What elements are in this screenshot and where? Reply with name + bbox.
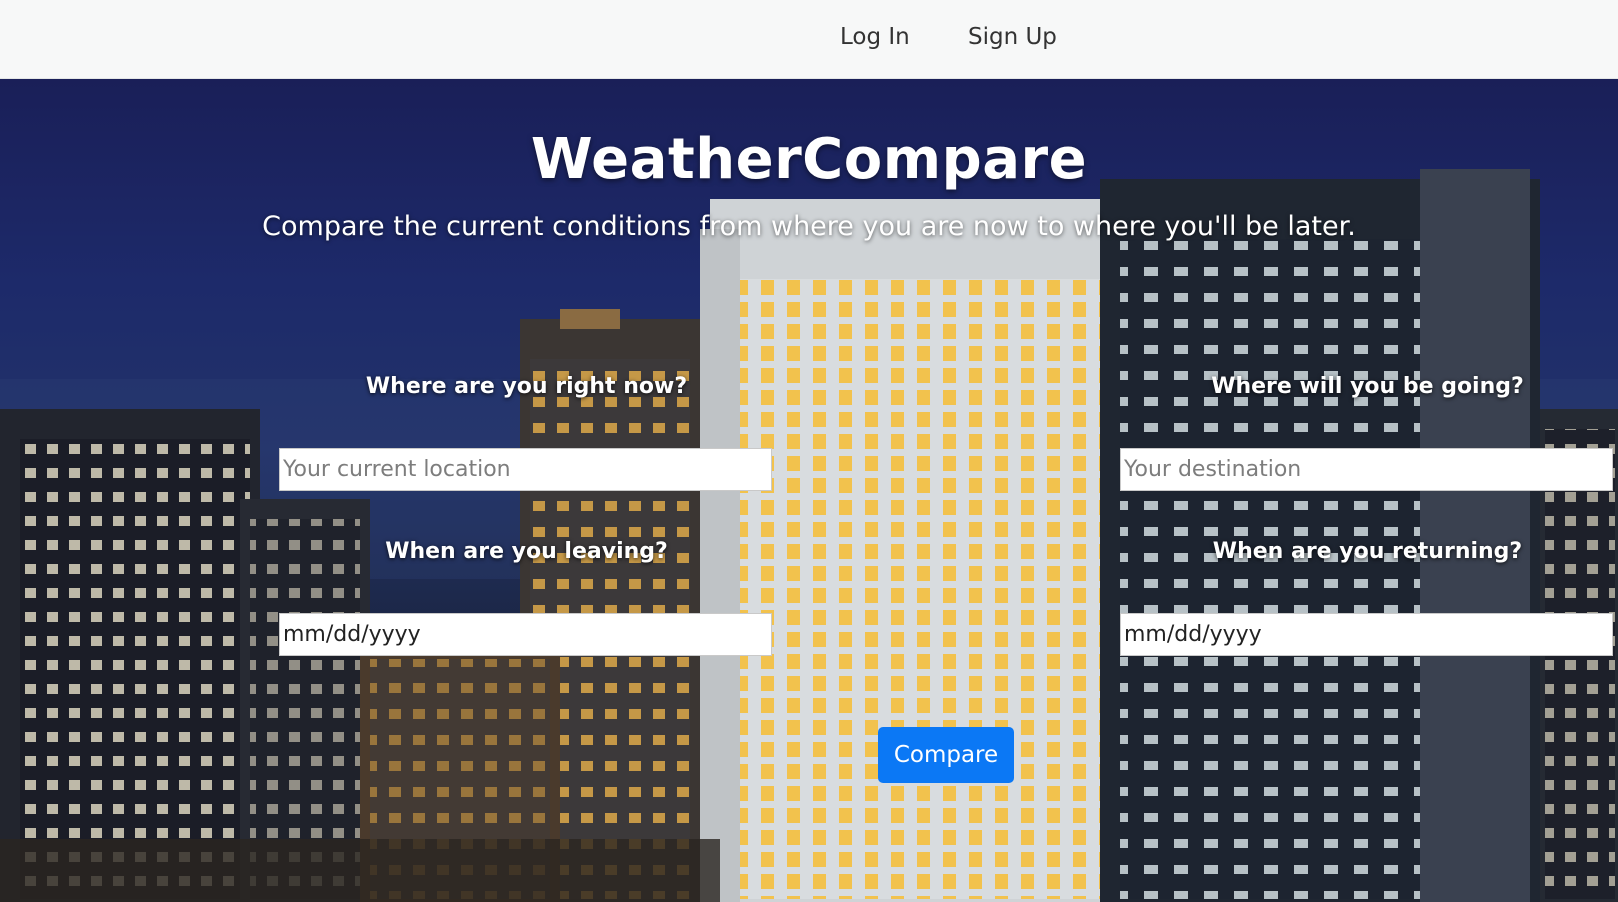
login-link[interactable]: Log In: [840, 24, 910, 50]
app-subtitle: Compare the current conditions from wher…: [262, 211, 1356, 242]
returning-date-input[interactable]: [1120, 613, 1613, 656]
leaving-label: When are you leaving?: [385, 539, 668, 564]
compare-button[interactable]: Compare: [878, 727, 1014, 783]
leaving-date-input[interactable]: [279, 613, 772, 656]
hero-section: WeatherCompare Compare the current condi…: [0, 79, 1618, 902]
returning-label: When are you returning?: [1212, 539, 1523, 564]
destination-input[interactable]: [1120, 448, 1613, 491]
app-title: WeatherCompare: [530, 127, 1088, 192]
top-nav: Log In Sign Up: [0, 0, 1618, 79]
destination-label: Where will you be going?: [1211, 374, 1524, 399]
origin-input[interactable]: [279, 448, 772, 491]
origin-label: Where are you right now?: [365, 374, 688, 399]
signup-link[interactable]: Sign Up: [968, 24, 1057, 50]
